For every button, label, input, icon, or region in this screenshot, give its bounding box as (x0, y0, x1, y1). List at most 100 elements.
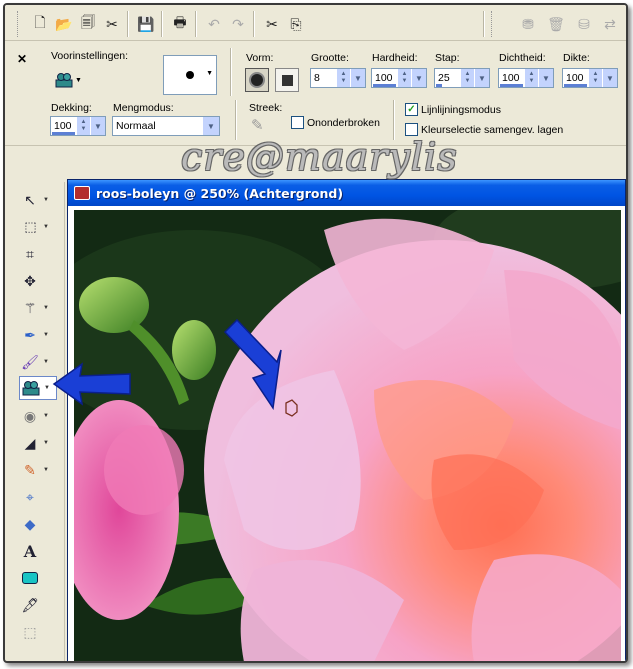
density-label: Dichtheid: (499, 52, 546, 64)
tool-options-palette: ✕ Voorinstellingen: ▼ ▼ Vorm: Grootte: 8… (5, 42, 626, 146)
magic-wand-icon: ⚚ (23, 299, 37, 316)
thickness-label: Dikte: (563, 52, 590, 64)
cut-icon[interactable]: ✂ (261, 13, 283, 35)
fill-icon: ◆ (24, 515, 36, 532)
scratch-remover-icon: ⌖ (26, 488, 34, 505)
hardness-level-bar (373, 84, 396, 87)
chevron-down-icon: ▼ (43, 359, 49, 365)
selection-icon: ⬚ (24, 219, 36, 234)
spin-arrows-icon[interactable]: ▲ ▼ (460, 69, 474, 87)
step-spinner[interactable]: 25 ▲ ▼ ▼ (434, 68, 490, 88)
size-spinner[interactable]: 8 ▲ ▼ ▼ (310, 68, 366, 88)
magic-wand-tool[interactable]: ⚚ ▼ (19, 296, 57, 320)
save-copy-icon[interactable]: 🗐 (77, 13, 99, 35)
pointer-tool[interactable]: ↖ ▼ (19, 188, 57, 212)
density-level-bar (500, 84, 523, 87)
line-mode-label: Lijnlijningsmodus (421, 103, 501, 116)
dropper-tool[interactable]: ✒ ▼ (19, 323, 57, 347)
checkbox-box[interactable] (291, 116, 304, 129)
chevron-down-icon: ▼ (43, 440, 49, 446)
fill-tool[interactable]: ◆ (19, 512, 57, 536)
background-eraser-tool[interactable]: ◢ ▼ (19, 431, 57, 455)
hardness-spinner[interactable]: 100 ▲ ▼ ▼ (371, 68, 427, 88)
density-spinner[interactable]: 100 ▲ ▼ ▼ (498, 68, 554, 88)
pointer-icon: ↖ (24, 191, 36, 208)
save-icon[interactable]: 💾 (135, 13, 157, 35)
chevron-down-icon[interactable]: ▼ (602, 69, 617, 87)
text-tool[interactable]: A (19, 539, 57, 563)
document-title-bar[interactable]: roos-boleyn @ 250% (Achtergrond) (68, 180, 625, 206)
opacity-spinner[interactable]: 100 ▲ ▼ ▼ (50, 116, 106, 136)
chevron-down-icon: ▼ (44, 385, 50, 391)
spin-arrows-icon[interactable]: ▲ ▼ (524, 69, 538, 87)
blend-mode-select[interactable]: Normaal ▼ (112, 116, 220, 136)
square-shape-button[interactable] (275, 68, 299, 92)
annotation-arrow-icon (223, 318, 282, 410)
thickness-spinner[interactable]: 100 ▲ ▼ ▼ (562, 68, 618, 88)
browse-icon[interactable]: ✂ (101, 13, 123, 35)
crop-tool[interactable]: ⌗ (19, 242, 57, 266)
spin-arrows-icon[interactable]: ▲ ▼ (588, 69, 602, 87)
opacity-level-bar (52, 132, 75, 135)
round-shape-button[interactable] (245, 68, 269, 92)
chevron-down-icon[interactable]: ▼ (350, 69, 365, 87)
step-level-bar (436, 84, 442, 87)
spin-arrows-icon[interactable]: ▲ ▼ (336, 69, 350, 87)
new-icon[interactable]: 🗋 (29, 13, 51, 35)
chevron-down-icon: ▼ (43, 305, 49, 311)
swap-icon[interactable]: ⇄ (599, 13, 621, 35)
print-icon[interactable]: 🖶 (169, 13, 191, 35)
document-window[interactable]: roos-boleyn @ 250% (Achtergrond) (67, 179, 626, 661)
chevron-down-icon: ▼ (203, 117, 219, 135)
spin-arrows-icon[interactable]: ▲ ▼ (76, 117, 90, 135)
palette-icon[interactable]: ⛁ (573, 13, 595, 35)
clone-stamp-icon (55, 73, 73, 88)
chevron-down-icon[interactable]: ▼ (411, 69, 426, 87)
chevron-down-icon[interactable]: ▼ (474, 69, 489, 87)
chevron-down-icon[interactable]: ▼ (90, 117, 105, 135)
preset-shape-tool[interactable] (19, 566, 57, 590)
copy-icon[interactable]: ⎘ (285, 13, 307, 35)
step-value: 25 (438, 72, 450, 84)
app-frame: 🗋 📂 🗐 ✂ 💾 🖶 ↶ ↷ ✂ ⎘ ⛃ 🗑 ⛁ ⇄ ✕ Voorinstel… (3, 3, 628, 663)
move-tool[interactable]: ✥ (19, 269, 57, 293)
hardness-value: 100 (375, 72, 393, 84)
pen-tool[interactable]: 🖋 (19, 593, 57, 617)
line-mode-checkbox[interactable]: ✓ Lijnlijningsmodus (405, 103, 501, 116)
image-canvas[interactable] (74, 210, 621, 661)
chevron-down-icon: ▼ (43, 224, 49, 230)
toolbar-separator (253, 11, 255, 37)
crop-icon: ⌗ (26, 245, 34, 262)
spin-arrows-icon[interactable]: ▲ ▼ (397, 69, 411, 87)
paint-brush-icon: 🖌 (21, 353, 39, 370)
selection-tool[interactable]: ⬚ ▼ (19, 215, 57, 239)
square-shape-icon (281, 74, 293, 86)
airbrush-tool[interactable]: ✎ ▼ (19, 458, 57, 482)
options-separator (393, 100, 395, 140)
warp-tool[interactable]: ⬚ (19, 620, 57, 644)
delete-icon[interactable]: 🗑 (545, 13, 567, 35)
toolbar-grip[interactable] (491, 11, 494, 37)
continuous-checkbox[interactable]: Ononderbroken (291, 116, 380, 129)
thickness-level-bar (564, 84, 587, 87)
options-separator (235, 100, 237, 140)
dropper-icon: ✒ (24, 326, 36, 343)
eraser-tool[interactable]: ⌖ (19, 485, 57, 509)
brush-preview[interactable]: ▼ (163, 55, 217, 95)
redo-icon[interactable]: ↷ (227, 13, 249, 35)
hardness-label: Hardheid: (372, 52, 418, 64)
document-icon (74, 186, 90, 200)
presets-button[interactable]: ▼ (55, 70, 85, 90)
document-title: roos-boleyn @ 250% (Achtergrond) (96, 185, 344, 201)
blend-mode-value: Normaal (116, 120, 156, 132)
options-separator (230, 48, 232, 96)
layer-icon[interactable]: ⛃ (517, 13, 539, 35)
eraser-icon: ✎ (24, 461, 36, 478)
rose-photo (74, 210, 621, 661)
toolbar-grip[interactable] (17, 11, 20, 37)
checkmark-icon[interactable]: ✓ (405, 103, 418, 116)
undo-icon[interactable]: ↶ (203, 13, 225, 35)
close-icon[interactable]: ✕ (17, 52, 27, 66)
chevron-down-icon[interactable]: ▼ (538, 69, 553, 87)
open-icon[interactable]: 📂 (53, 13, 75, 35)
